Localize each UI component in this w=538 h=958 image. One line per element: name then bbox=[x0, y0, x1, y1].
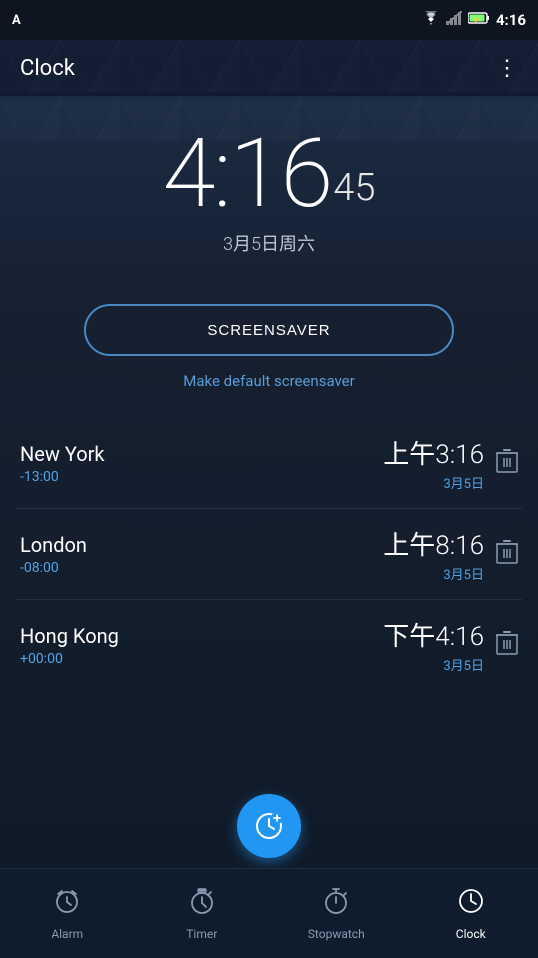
timer-icon bbox=[188, 887, 216, 922]
main-content: Clock ⋮ 4:1645 3月5日周六 SCREENSAVER Make d… bbox=[0, 40, 538, 958]
main-clock-time: 4:1645 bbox=[0, 126, 538, 222]
city-date-hong-kong: 3月5日 bbox=[383, 655, 484, 674]
bottom-navigation: Alarm Timer bbox=[0, 868, 538, 958]
battery-icon: ⚡ bbox=[468, 11, 490, 29]
delete-london-button[interactable] bbox=[496, 538, 518, 570]
city-info-london: London -08:00 bbox=[20, 533, 87, 576]
alarm-icon bbox=[53, 887, 81, 922]
clock-row-new-york: New York -13:00 上午3:16 3月5日 bbox=[16, 418, 522, 509]
city-time-right-london: 上午8:16 3月5日 bbox=[383, 525, 518, 583]
clock-nav-icon bbox=[457, 887, 485, 922]
clock-date: 3月5日周六 bbox=[0, 230, 538, 256]
status-bar-time: 4:16 bbox=[496, 11, 526, 29]
add-world-clock-fab[interactable] bbox=[237, 794, 301, 858]
delete-new-york-button[interactable] bbox=[496, 447, 518, 479]
world-clocks-list: New York -13:00 上午3:16 3月5日 bbox=[0, 418, 538, 690]
city-time-block-hong-kong: 下午4:16 3月5日 bbox=[383, 616, 484, 674]
city-name-london: London bbox=[20, 533, 87, 557]
city-time-hong-kong: 下午4:16 bbox=[383, 616, 484, 653]
clock-nav-label: Clock bbox=[456, 927, 486, 941]
status-bar-a-icon: A bbox=[12, 13, 21, 28]
clock-hours-minutes: 4:16 bbox=[163, 126, 332, 222]
city-time-right-new-york: 上午3:16 3月5日 bbox=[383, 434, 518, 492]
status-bar: A ⚡ bbox=[0, 0, 538, 40]
city-name-new-york: New York bbox=[20, 442, 105, 466]
alarm-nav-label: Alarm bbox=[51, 927, 83, 941]
city-time-right-hong-kong: 下午4:16 3月5日 bbox=[383, 616, 518, 674]
city-info-hong-kong: Hong Kong +00:00 bbox=[20, 624, 119, 667]
wifi-icon bbox=[422, 11, 440, 29]
signal-icon bbox=[446, 11, 462, 29]
city-time-block-london: 上午8:16 3月5日 bbox=[383, 525, 484, 583]
city-info-new-york: New York -13:00 bbox=[20, 442, 105, 485]
city-offset-new-york: -13:00 bbox=[20, 469, 105, 485]
nav-item-clock[interactable]: Clock bbox=[404, 887, 538, 941]
nav-item-timer[interactable]: Timer bbox=[135, 887, 270, 941]
make-default-screensaver-link[interactable]: Make default screensaver bbox=[0, 372, 538, 390]
stopwatch-icon bbox=[322, 887, 350, 922]
nav-item-alarm[interactable]: Alarm bbox=[0, 887, 135, 941]
svg-text:⚡: ⚡ bbox=[472, 15, 481, 24]
stopwatch-nav-label: Stopwatch bbox=[308, 927, 365, 941]
clock-seconds: 45 bbox=[333, 166, 375, 210]
nav-item-stopwatch[interactable]: Stopwatch bbox=[269, 887, 404, 941]
screensaver-button[interactable]: SCREENSAVER bbox=[84, 304, 454, 356]
city-date-london: 3月5日 bbox=[383, 564, 484, 583]
city-date-new-york: 3月5日 bbox=[383, 473, 484, 492]
fab-icon bbox=[254, 811, 284, 841]
city-offset-london: -08:00 bbox=[20, 560, 87, 576]
timer-nav-label: Timer bbox=[186, 927, 217, 941]
status-bar-right: ⚡ 4:16 bbox=[422, 11, 526, 29]
city-time-london: 上午8:16 bbox=[383, 525, 484, 562]
clock-row-hong-kong: Hong Kong +00:00 下午4:16 3月5日 bbox=[16, 600, 522, 690]
city-name-hong-kong: Hong Kong bbox=[20, 624, 119, 648]
delete-hong-kong-button[interactable] bbox=[496, 629, 518, 661]
city-offset-hong-kong: +00:00 bbox=[20, 651, 119, 667]
city-time-block-new-york: 上午3:16 3月5日 bbox=[383, 434, 484, 492]
clock-row-london: London -08:00 上午8:16 3月5日 bbox=[16, 509, 522, 600]
city-time-new-york: 上午3:16 bbox=[383, 434, 484, 471]
